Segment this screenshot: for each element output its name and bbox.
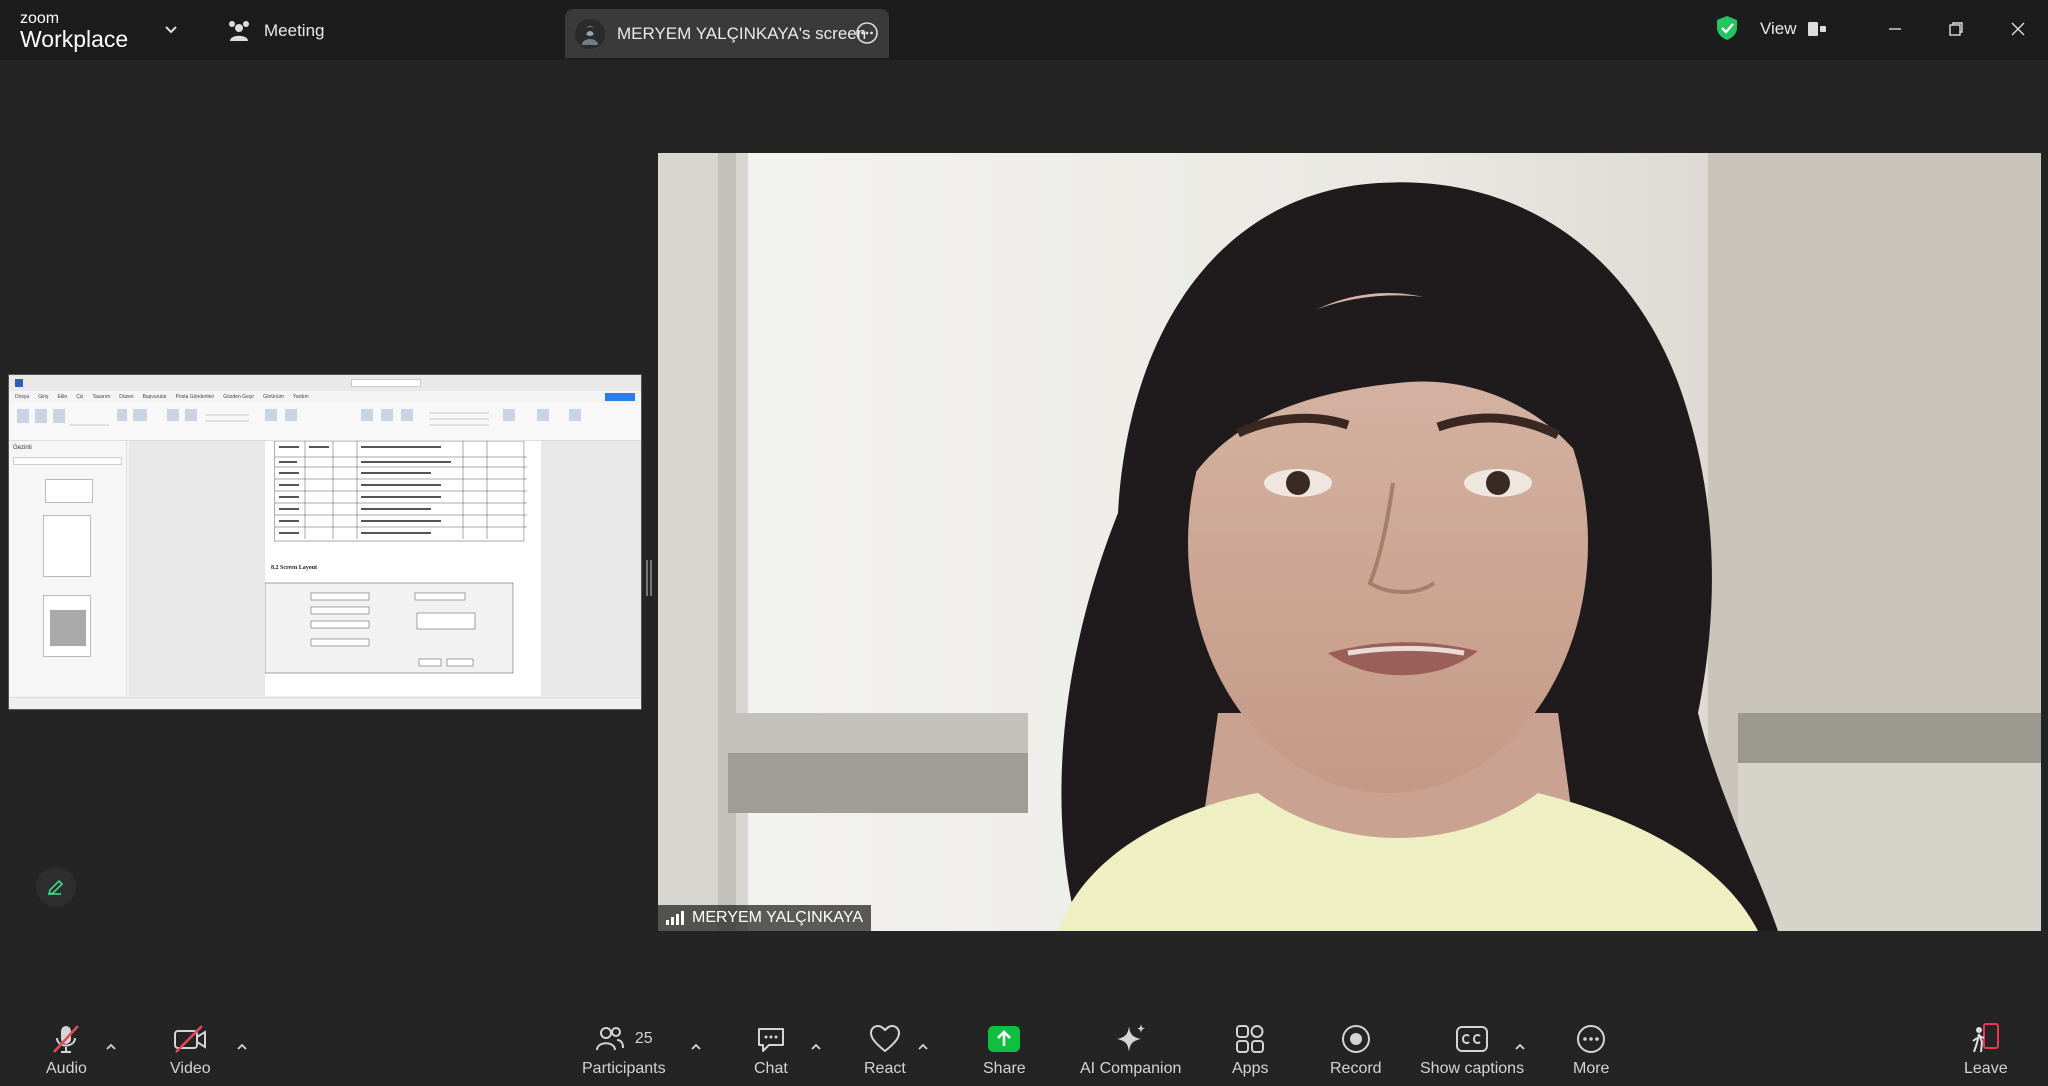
encryption-shield-icon[interactable] [1714,14,1740,42]
share-button[interactable]: Share [983,1022,1026,1078]
video-options-caret-icon[interactable] [235,1040,249,1054]
ai-companion-button[interactable]: AI Companion [1080,1022,1181,1078]
view-layout-icon [1807,22,1826,36]
chat-options-caret-icon[interactable] [809,1040,823,1054]
shared-screen-thumbnail[interactable]: Dosya Giriş Ekle Çiz Tasarım Düzen Başvurul… [8,374,642,710]
meeting-label: Meeting [264,21,325,40]
react-button[interactable]: React [864,1022,906,1078]
minimize-icon [1889,28,1901,30]
more-icon [1577,1025,1606,1053]
closed-captions-icon [1456,1026,1489,1052]
close-button[interactable] [2003,14,2033,44]
word-status-bar [9,697,641,709]
screen-tab-label: MERYEM YALÇINKAYA's screen [617,23,867,43]
word-ribbon [9,403,641,441]
split-view-handle[interactable] [646,560,652,596]
video-button[interactable]: Video [170,1022,211,1078]
zoom-workplace-logo[interactable]: zoom Workplace [20,11,128,51]
audio-button[interactable]: Audio [46,1022,87,1078]
show-captions-button[interactable]: Show captions [1420,1022,1524,1078]
record-icon [1341,1025,1370,1053]
participant-name: MERYEM YALÇINKAYA [692,909,864,926]
avatar [575,18,605,49]
leave-door-icon [1972,1023,1999,1053]
meeting-toolbar: Audio Video 25 Participants Chat React S… [0,1010,2048,1086]
participant-count: 25 [634,1030,653,1047]
participants-button[interactable]: 25 Participants [582,1022,666,1078]
word-menu-bar: Dosya Giriş Ekle Çiz Tasarım Düzen Başvurul… [9,391,641,403]
chat-icon [757,1028,784,1052]
chevron-down-icon[interactable] [162,20,180,38]
restore-icon [1949,22,1963,36]
navigation-pane: Gezinti [9,441,127,696]
signal-strength-icon [666,911,684,925]
title-bar: zoom Workplace Meeting MERYEM YALÇINKAYA… [0,0,2048,60]
share-screen-icon [988,1026,1021,1052]
leave-button[interactable]: Leave [1964,1022,2008,1078]
video-camera-off-icon [174,1025,207,1053]
participant-name-tag: MERYEM YALÇINKAYA [658,905,872,931]
restore-button[interactable] [1941,14,1971,44]
apps-icon [1236,1025,1265,1053]
meeting-info-button[interactable]: Meeting [226,16,324,46]
document-area: 8.2 Screen Layout [129,440,641,696]
minimize-button[interactable] [1880,14,1910,44]
participants-icon [595,1027,624,1051]
view-button[interactable]: View [1760,14,1827,44]
apps-button[interactable]: Apps [1232,1022,1268,1078]
more-button[interactable]: More [1573,1022,1609,1078]
heart-icon [869,1024,900,1053]
react-options-caret-icon[interactable] [916,1040,930,1054]
record-button[interactable]: Record [1330,1022,1382,1078]
word-title-bar [9,375,641,391]
document-page: 8.2 Screen Layout [264,440,541,696]
meeting-icon [229,21,249,41]
screen-share-tab[interactable]: MERYEM YALÇINKAYA's screen [565,9,889,58]
participants-options-caret-icon[interactable] [689,1040,703,1054]
annotate-button[interactable] [36,867,76,907]
captions-options-caret-icon[interactable] [1513,1040,1527,1054]
chat-button[interactable]: Chat [754,1022,788,1078]
sparkle-icon [1116,1024,1145,1052]
audio-options-caret-icon[interactable] [104,1040,118,1054]
participant-video-frame [658,153,2041,931]
pencil-icon [47,879,64,896]
close-icon [2011,22,2025,36]
participant-video[interactable] [658,153,2041,931]
more-options-icon[interactable] [855,21,879,45]
microphone-muted-icon [53,1025,80,1053]
